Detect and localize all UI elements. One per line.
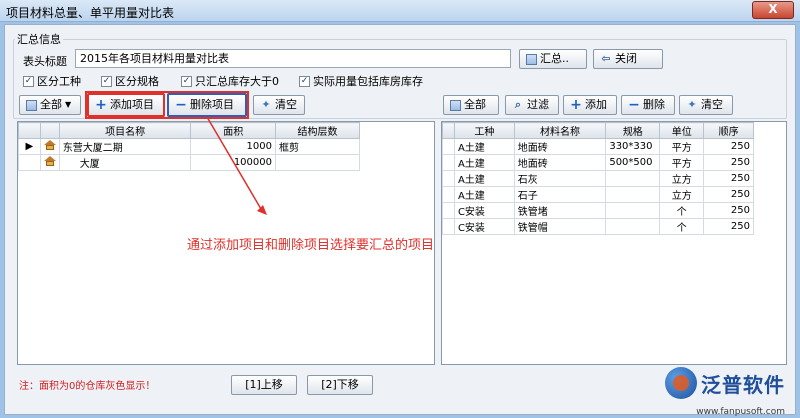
footer-note: 注：面积为0的仓库灰色显示！: [19, 381, 156, 392]
dialog-body: 汇总信息 表头标题 2015年各项目材料用量对比表 汇总.. ⇦ 关闭 ✓ 区分…: [4, 24, 796, 417]
brand-name: 泛普软件: [701, 372, 785, 397]
annotation-arrow: [206, 116, 267, 215]
annotation-text: 通过添加项目和删除项目选择要汇总的项目: [187, 238, 435, 253]
title-bar: 项目材料总量、单平用量对比表 X: [0, 0, 800, 22]
move-down-button[interactable]: [2]下移: [307, 375, 373, 395]
window-title: 项目材料总量、单平用量对比表: [6, 6, 175, 20]
move-up-button[interactable]: [1]上移: [231, 375, 297, 395]
brand-url: www.fanpusoft.com: [696, 407, 785, 417]
brand-logo-icon: [665, 367, 697, 399]
window-close-button[interactable]: X: [752, 1, 794, 19]
brand-logo: 泛普软件 www.fanpusoft.com: [665, 367, 785, 417]
